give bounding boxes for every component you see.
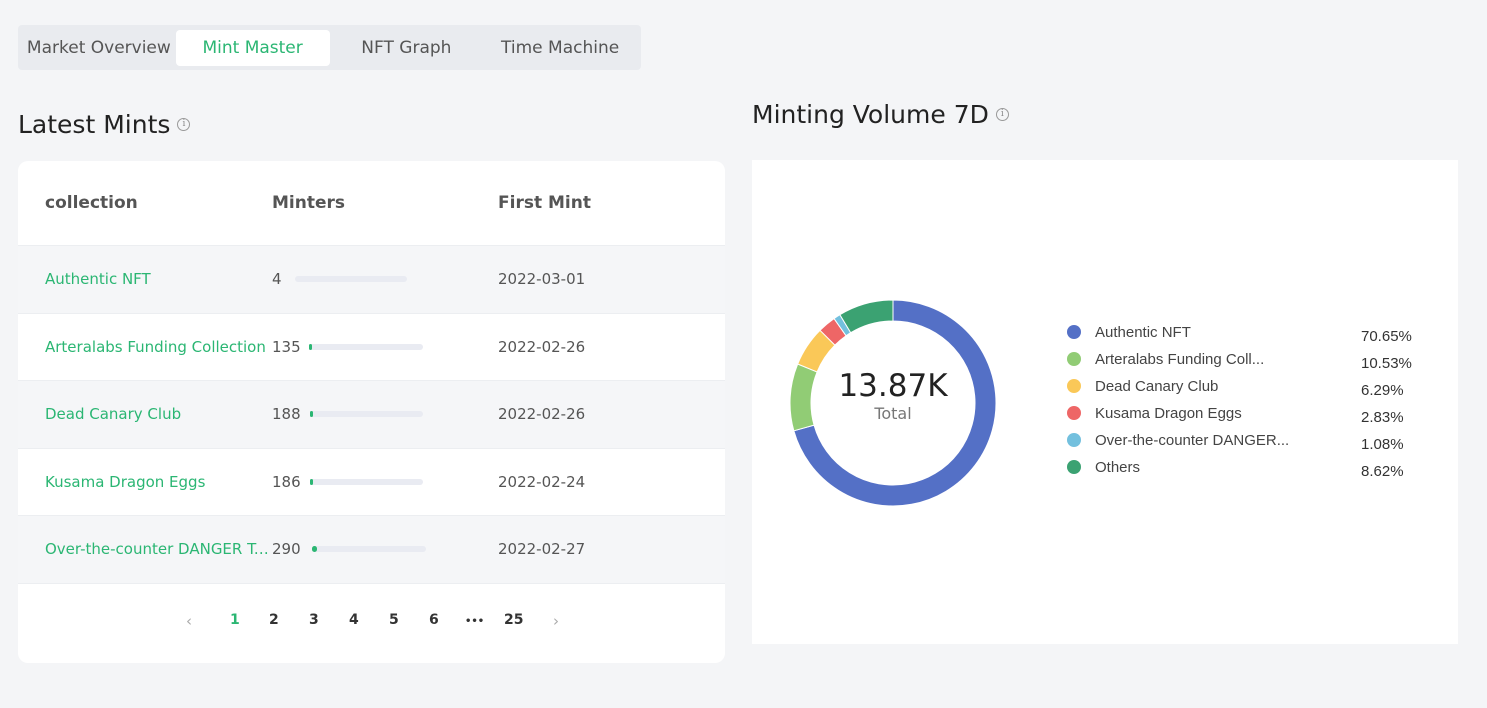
page-button[interactable]: 2 <box>269 612 279 628</box>
minting-volume-chart: 13.87K Total Authentic NFT 70.65% Arterala… <box>752 160 1458 644</box>
minters-bar-fill <box>312 546 317 553</box>
latest-mints-table: collection Minters First Mint Authentic … <box>18 161 725 663</box>
legend-item[interactable]: Others 8.62% <box>1067 459 1404 480</box>
legend-label: Dead Canary Club <box>1095 377 1219 395</box>
collection-link[interactable]: Arteralabs Funding Collection <box>45 338 266 356</box>
minters-bar <box>310 411 423 418</box>
tab-bar: Market Overview Mint Master NFT Graph Ti… <box>18 25 641 70</box>
tab-time-machine[interactable]: Time Machine <box>483 30 637 66</box>
info-icon[interactable]: i <box>995 108 1009 121</box>
tab-mint-master[interactable]: Mint Master <box>175 29 330 66</box>
legend-dot-icon <box>1067 460 1081 474</box>
collection-link[interactable]: Kusama Dragon Eggs <box>45 473 205 491</box>
minters-bar <box>295 276 407 283</box>
first-mint-date: 2022-02-26 <box>498 405 586 424</box>
more-pages-ellipsis[interactable]: ••• <box>465 616 484 627</box>
collection-link[interactable]: Over-the-counter DANGER To... <box>45 540 271 558</box>
table-header: collection Minters First Mint <box>18 161 725 246</box>
legend-item[interactable]: Dead Canary Club 6.29% <box>1067 378 1404 399</box>
table-row: Dead Canary Club 188 2022-02-26 <box>18 381 725 449</box>
column-header-minters[interactable]: Minters <box>272 193 345 213</box>
first-mint-date: 2022-02-26 <box>498 337 586 356</box>
first-mint-date: 2022-02-24 <box>498 472 586 491</box>
page-button[interactable]: 1 <box>230 612 240 628</box>
legend-percentage: 8.62% <box>1361 463 1404 480</box>
total-value: 13.87K <box>838 368 948 404</box>
minters-bar <box>309 343 423 350</box>
minters-count: 135 <box>272 337 301 356</box>
legend-dot-icon <box>1067 433 1081 447</box>
legend-percentage: 1.08% <box>1361 436 1404 453</box>
page-button[interactable]: 3 <box>309 612 319 628</box>
column-header-collection[interactable]: collection <box>45 193 138 213</box>
minters-bar <box>312 546 426 553</box>
legend-percentage: 10.53% <box>1361 355 1412 372</box>
minters-count: 186 <box>272 472 301 491</box>
table-row: Authentic NFT 4 2022-03-01 <box>18 246 725 314</box>
page-button[interactable]: 6 <box>429 612 439 628</box>
legend-percentage: 6.29% <box>1361 382 1404 399</box>
next-page-button[interactable]: › <box>553 612 559 630</box>
pagination: ‹ 1 2 3 4 5 6 ••• 25 › <box>18 604 725 644</box>
prev-page-button[interactable]: ‹ <box>186 612 192 630</box>
table-row: Over-the-counter DANGER To... 290 2022-0… <box>18 516 725 584</box>
minting-volume-heading: Minting Volume 7D i <box>752 100 1009 129</box>
legend-item[interactable]: Kusama Dragon Eggs 2.83% <box>1067 405 1404 426</box>
legend-label: Authentic NFT <box>1095 323 1191 341</box>
legend-dot-icon <box>1067 325 1081 339</box>
legend-label: Others <box>1095 458 1141 476</box>
latest-mints-heading: Latest Mints i <box>18 110 191 139</box>
column-header-first-mint[interactable]: First Mint <box>498 193 591 213</box>
tab-market-overview[interactable]: Market Overview <box>22 30 176 66</box>
minters-bar-fill <box>310 411 314 418</box>
legend-dot-icon <box>1067 406 1081 420</box>
first-mint-date: 2022-02-27 <box>498 540 586 559</box>
table-row: Kusama Dragon Eggs 186 2022-02-24 <box>18 449 725 516</box>
legend-item[interactable]: Authentic NFT 70.65% <box>1067 324 1412 345</box>
donut-center: 13.87K Total <box>823 368 963 423</box>
minters-count: 290 <box>272 540 301 559</box>
latest-mints-title: Latest Mints <box>18 110 171 139</box>
legend-item[interactable]: Over-the-counter DANGER... 1.08% <box>1067 432 1404 453</box>
minters-count: 188 <box>272 405 301 424</box>
total-label: Total <box>874 404 912 423</box>
info-icon[interactable]: i <box>177 118 191 131</box>
legend-dot-icon <box>1067 379 1081 393</box>
legend-label: Kusama Dragon Eggs <box>1095 404 1242 422</box>
tab-nft-graph[interactable]: NFT Graph <box>330 30 484 66</box>
minters-bar <box>310 478 423 485</box>
legend-percentage: 70.65% <box>1361 328 1412 345</box>
minters-bar-fill <box>309 343 313 350</box>
donut-slice[interactable] <box>789 363 818 432</box>
legend-item[interactable]: Arteralabs Funding Coll... 10.53% <box>1067 351 1412 372</box>
page-button[interactable]: 4 <box>349 612 359 628</box>
table-row: Arteralabs Funding Collection 135 2022-0… <box>18 314 725 381</box>
legend-label: Arteralabs Funding Coll... <box>1095 350 1265 368</box>
minting-volume-title: Minting Volume 7D <box>752 100 989 129</box>
collection-link[interactable]: Dead Canary Club <box>45 405 181 423</box>
minters-count: 4 <box>272 270 282 289</box>
first-mint-date: 2022-03-01 <box>498 270 586 289</box>
legend-dot-icon <box>1067 352 1081 366</box>
legend-percentage: 2.83% <box>1361 409 1404 426</box>
minters-bar-fill <box>310 478 314 485</box>
legend-label: Over-the-counter DANGER... <box>1095 431 1290 449</box>
donut-slice[interactable] <box>839 299 894 334</box>
page-button[interactable]: 5 <box>389 612 399 628</box>
collection-link[interactable]: Authentic NFT <box>45 270 151 288</box>
page-button[interactable]: 25 <box>504 612 523 628</box>
